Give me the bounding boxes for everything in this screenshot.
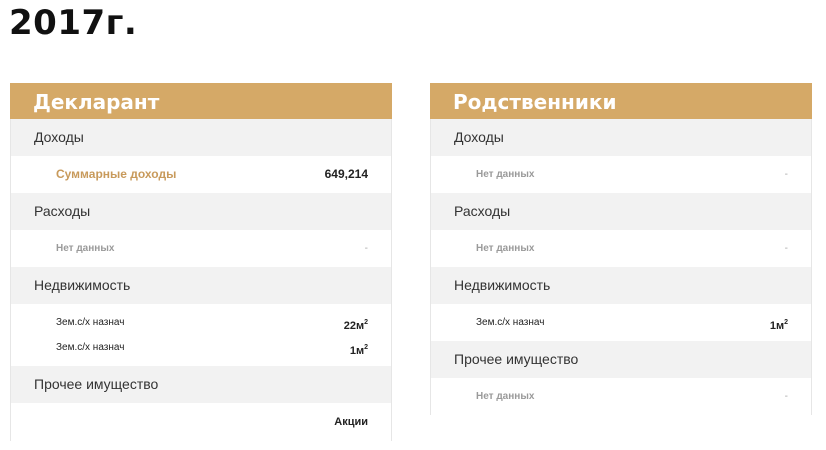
declarant-card: Декларант Доходы Суммарные доходы 649,21… xyxy=(10,83,392,442)
declarant-realty-item-value: 1м2 xyxy=(349,344,368,357)
declarant-expenses-label: Нет данных xyxy=(56,243,115,254)
relatives-expenses-heading: Расходы xyxy=(431,193,811,230)
declarant-realty-item: Зем.с/х назнач 22м2 xyxy=(11,310,391,335)
relatives-expenses-value: - xyxy=(784,243,788,254)
relatives-expenses-label: Нет данных xyxy=(476,243,535,254)
declarant-card-title: Декларант xyxy=(10,83,392,119)
relatives-realty-heading: Недвижимость xyxy=(431,267,811,304)
declarant-realty-heading: Недвижимость xyxy=(11,267,391,304)
relatives-card: Родственники Доходы Нет данных - Расходы… xyxy=(430,83,812,415)
relatives-other-value: - xyxy=(784,391,788,402)
relatives-realty-item: Зем.с/х назнач 1м2 xyxy=(431,304,811,341)
relatives-other-heading: Прочее имущество xyxy=(431,341,811,378)
declarant-expenses-value: - xyxy=(364,243,368,254)
relatives-card-title: Родственники xyxy=(430,83,812,119)
relatives-realty-item-label: Зем.с/х назнач xyxy=(476,317,545,328)
relatives-other-row: Нет данных - xyxy=(431,378,811,415)
relatives-income-heading: Доходы xyxy=(431,119,811,156)
relatives-income-label: Нет данных xyxy=(476,169,535,180)
declarant-realty-item-label: Зем.с/х назнач xyxy=(56,317,125,328)
declarant-other-heading: Прочее имущество xyxy=(11,366,391,403)
relatives-income-row: Нет данных - xyxy=(431,156,811,193)
declarant-other-row: Акции xyxy=(11,403,391,442)
relatives-income-value: - xyxy=(784,169,788,180)
declarant-expenses-row: Нет данных - xyxy=(11,230,391,267)
relatives-other-label: Нет данных xyxy=(476,391,535,402)
declarant-expenses-heading: Расходы xyxy=(11,193,391,230)
declarant-income-value: 649,214 xyxy=(324,167,368,181)
declarant-realty-item-label: Зем.с/х назнач xyxy=(56,342,125,353)
declarant-income-label: Суммарные доходы xyxy=(56,167,177,181)
year-title: 2017г. xyxy=(9,3,138,43)
declarant-realty-item: Зем.с/х назнач 1м2 xyxy=(11,335,391,360)
declarant-income-heading: Доходы xyxy=(11,119,391,156)
declarant-other-value: Акции xyxy=(334,416,368,428)
relatives-realty-item-value: 1м2 xyxy=(769,319,788,332)
declarant-income-row: Суммарные доходы 649,214 xyxy=(11,156,391,193)
relatives-expenses-row: Нет данных - xyxy=(431,230,811,267)
